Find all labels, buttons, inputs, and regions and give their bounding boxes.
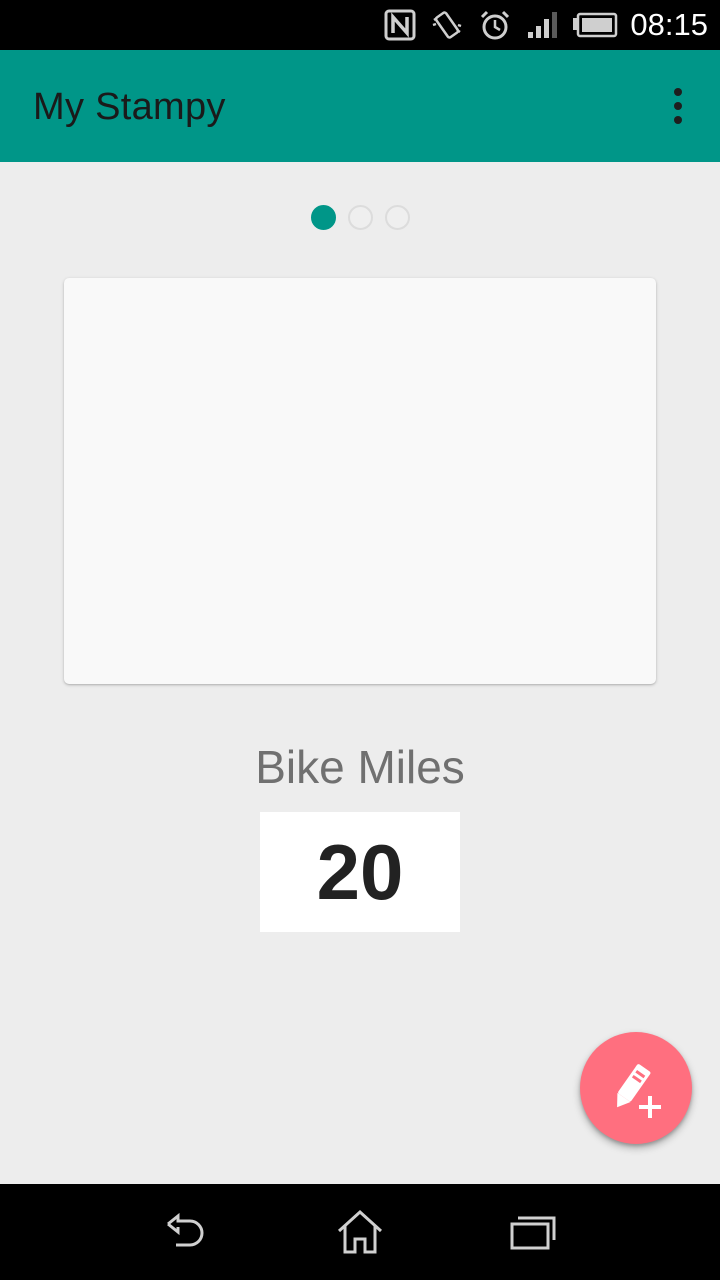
battery-icon bbox=[572, 12, 618, 38]
alarm-icon bbox=[478, 8, 512, 42]
recents-button[interactable] bbox=[498, 1197, 568, 1267]
page-dot-2[interactable] bbox=[347, 205, 373, 230]
overflow-menu-icon[interactable] bbox=[666, 88, 690, 124]
nfc-icon bbox=[384, 9, 416, 41]
stamp-count: 20 bbox=[316, 827, 404, 916]
back-button[interactable] bbox=[152, 1197, 222, 1267]
page-indicator bbox=[0, 205, 720, 230]
back-icon bbox=[166, 1212, 204, 1247]
page-dot-3[interactable] bbox=[384, 205, 410, 230]
vibrate-icon bbox=[430, 8, 464, 42]
home-icon bbox=[337, 1209, 382, 1254]
page-dot-1[interactable] bbox=[310, 205, 336, 230]
card-title: Bike Miles bbox=[255, 741, 465, 793]
overflow-menu-dot bbox=[674, 102, 682, 110]
count-box: 20 bbox=[260, 812, 460, 932]
status-time: 08:15 bbox=[630, 7, 708, 42]
app-title: My Stampy bbox=[33, 86, 226, 128]
signal-icon bbox=[526, 10, 558, 40]
stamp-card[interactable] bbox=[64, 278, 656, 684]
overflow-menu-dot bbox=[674, 116, 682, 124]
edit-add-icon bbox=[617, 1064, 661, 1118]
app-bar: My Stampy bbox=[0, 50, 720, 162]
home-button[interactable] bbox=[325, 1197, 395, 1267]
overflow-menu-dot bbox=[674, 88, 682, 96]
navigation-bar bbox=[0, 1184, 720, 1280]
recents-icon bbox=[510, 1216, 556, 1250]
status-bar: 08:15 bbox=[0, 0, 720, 50]
add-stamp-button[interactable] bbox=[580, 1032, 692, 1144]
